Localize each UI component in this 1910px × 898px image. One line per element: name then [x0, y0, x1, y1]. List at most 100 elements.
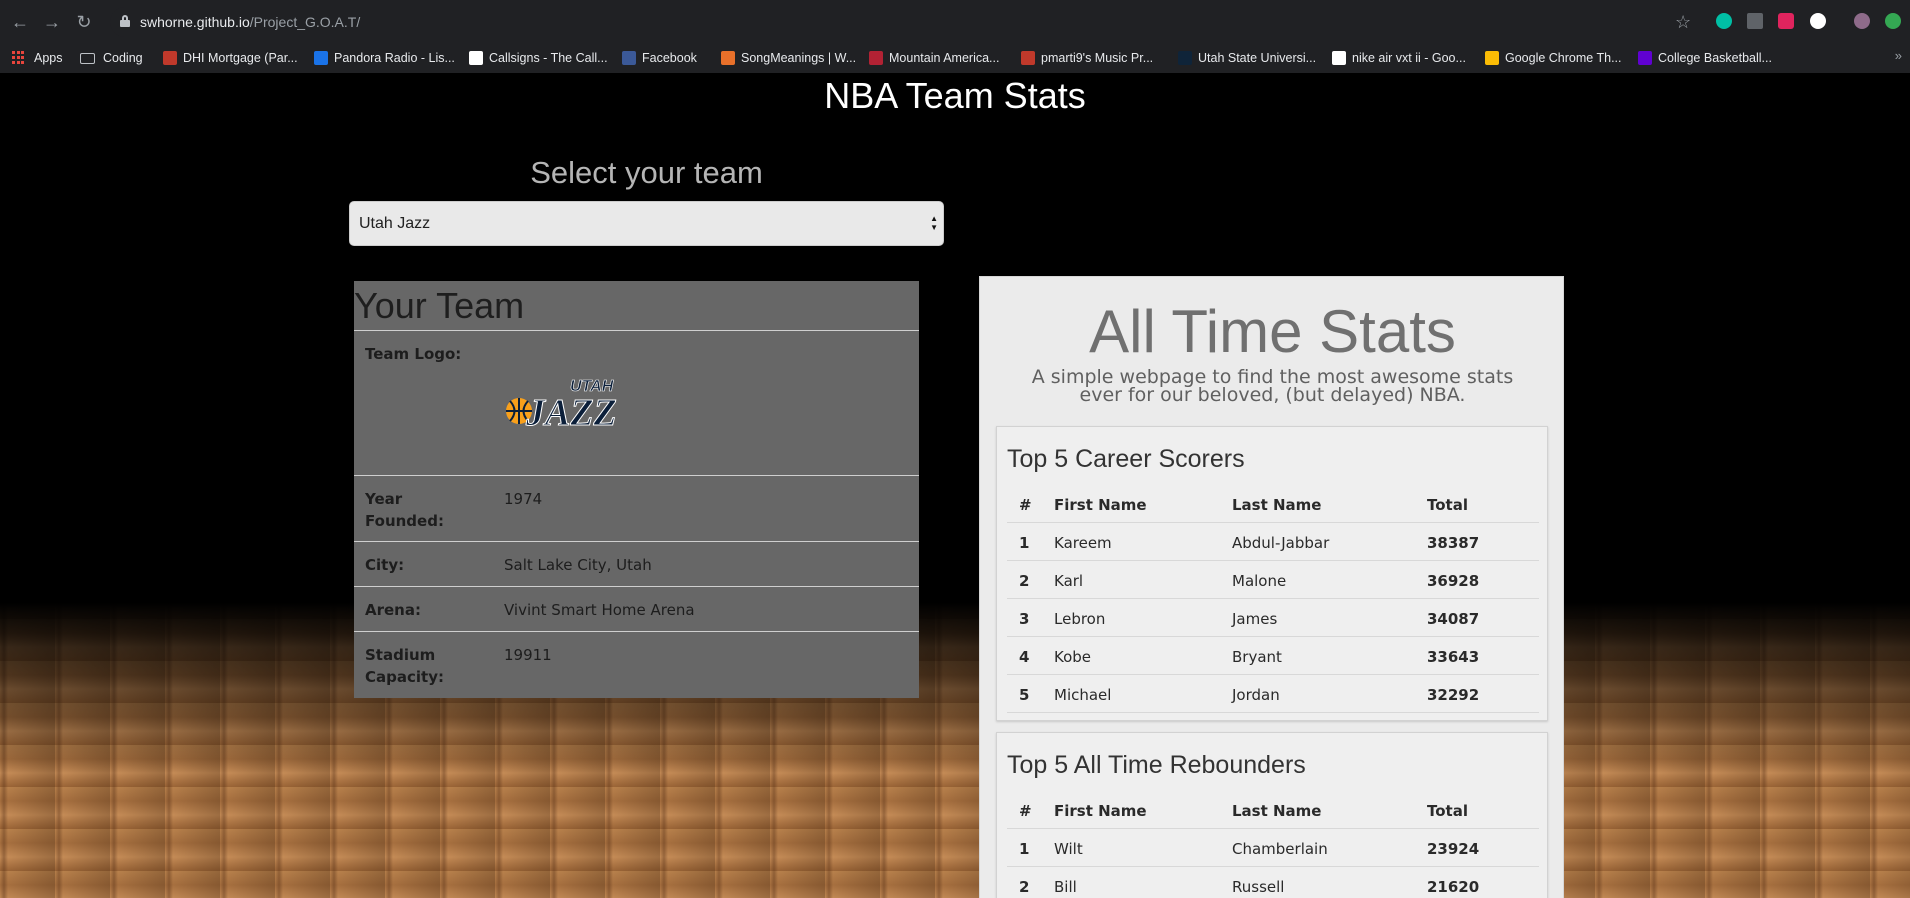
usu-favicon [1178, 51, 1192, 65]
year-founded-value: 1974 [504, 490, 543, 508]
arena-row: Arena: Vivint Smart Home Arena [354, 586, 919, 631]
table-row: 2 Bill Russell 21620 [1007, 867, 1539, 898]
bookmark-item[interactable]: DHI Mortgage (Par... [163, 48, 298, 68]
page-background: NBA Team Stats Select your team Utah Jaz… [0, 73, 1910, 898]
table-header-cell: First Name [1054, 496, 1147, 514]
stadium-capacity-label: Stadium Capacity: [365, 646, 444, 686]
bookmark-label: Utah State Universi... [1198, 51, 1317, 65]
stadium-capacity-row: Stadium Capacity: 19911 [354, 631, 919, 698]
table-header-cell: # [1019, 496, 1032, 514]
page-title: NBA Team Stats [824, 75, 1086, 116]
arena-label: Arena: [365, 601, 421, 619]
bookmark-label: Callsigns - The Call... [489, 51, 608, 65]
table-row: 4 Kobe Bryant 33643 [1007, 637, 1539, 675]
table-cell: 2 [1019, 878, 1030, 896]
table-cell: Lebron [1054, 610, 1106, 628]
table-cell: Bill [1054, 878, 1077, 896]
table-cell: Jordan [1232, 686, 1280, 704]
bookmark-item[interactable]: College Basketball... [1638, 48, 1772, 68]
bookmark-item[interactable]: Mountain America... [869, 48, 999, 68]
your-team-card: Your Team Team Logo: JAZZ UTAH Year Foun… [354, 281, 919, 698]
extension-m-icon[interactable] [1716, 13, 1732, 29]
table-cell: 4 [1019, 648, 1030, 666]
table-cell: Russell [1232, 878, 1285, 896]
chrome-favicon [1485, 51, 1499, 65]
your-team-heading: Your Team [354, 285, 525, 326]
table-cell: 3 [1019, 610, 1030, 628]
bookmark-item[interactable]: Facebook [622, 48, 697, 68]
extension-green-icon[interactable] [1885, 13, 1901, 29]
bookmark-label: Apps [34, 51, 63, 65]
team-logo-row: Team Logo: JAZZ UTAH [354, 330, 919, 475]
folder-icon [80, 52, 95, 64]
table-cell: Bryant [1232, 648, 1282, 666]
bookmark-label: Pandora Radio - Lis... [334, 51, 455, 65]
extension-video-icon[interactable] [1778, 13, 1794, 29]
table-header-row: # First Name Last Name Total [1007, 791, 1539, 829]
team-logo-wordmark: JAZZ [525, 392, 617, 428]
table-cell: Abdul-Jabbar [1232, 534, 1330, 552]
team-logo-label: Team Logo: [365, 345, 462, 363]
os-favicon [1021, 51, 1035, 65]
back-icon[interactable]: ← [8, 10, 32, 34]
table-header-cell: First Name [1054, 802, 1147, 820]
bookmarks-bar: Apps Coding DHI Mortgage (Par... Pandora Ra… [0, 44, 1910, 73]
table-cell: Michael [1054, 686, 1112, 704]
mountain-america-favicon [869, 51, 883, 65]
browser-toolbar: ← → ↻ swhorne.github.io/Project_G.O.A.T/… [0, 0, 1910, 44]
songmeanings-favicon [721, 51, 735, 65]
forward-icon[interactable]: → [40, 10, 64, 34]
lock-icon [120, 15, 130, 27]
table-header-row: # First Name Last Name Total [1007, 485, 1539, 523]
url-text: swhorne.github.io/Project_G.O.A.T/ [140, 14, 360, 30]
select-team-label: Select your team [530, 155, 763, 190]
bookmark-label: DHI Mortgage (Par... [183, 51, 298, 65]
table-row: 1 Wilt Chamberlain 23924 [1007, 829, 1539, 867]
extension-question-icon[interactable] [1747, 13, 1763, 29]
bookmark-label: SongMeanings | W... [741, 51, 857, 65]
team-select-value: Utah Jazz [359, 215, 431, 232]
facebook-favicon [622, 51, 636, 65]
bookmarks-overflow-icon[interactable]: » [1895, 48, 1902, 63]
url-host: swhorne.github.io [140, 14, 250, 30]
bookmark-label: College Basketball... [1658, 51, 1772, 65]
table-cell: Wilt [1054, 840, 1083, 858]
bookmark-label: pmarti9's Music Pr... [1041, 51, 1154, 65]
bookmark-item[interactable]: nike air vxt ii - Goo... [1332, 48, 1466, 68]
bookmark-item[interactable]: SongMeanings | W... [721, 48, 856, 68]
bookmark-label: Mountain America... [889, 51, 1000, 65]
google-favicon [1332, 51, 1346, 65]
all-time-stats-card: All Time Stats A simple webpage to find … [979, 276, 1564, 898]
pandora-favicon [314, 51, 328, 65]
table-row: 3 Lebron James 34087 [1007, 599, 1539, 637]
url-path: /Project_G.O.A.T/ [249, 14, 361, 30]
table-cell: 38387 [1427, 534, 1480, 552]
table-header-cell: Total [1427, 496, 1468, 514]
extension-circle-icon[interactable] [1810, 13, 1826, 29]
table-header-cell: Total [1427, 802, 1468, 820]
bookmark-item[interactable]: Pandora Radio - Lis... [314, 48, 455, 68]
year-founded-row: Year Founded: 1974 [354, 475, 919, 541]
table-cell: 1 [1019, 534, 1030, 552]
team-logo-small-text: UTAH [570, 378, 614, 395]
reload-icon[interactable]: ↻ [72, 10, 96, 34]
bookmark-item[interactable]: pmarti9's Music Pr... [1021, 48, 1153, 68]
bookmark-item[interactable]: Utah State Universi... [1178, 48, 1316, 68]
yahoo-favicon [1638, 51, 1652, 65]
bookmark-star-icon[interactable]: ☆ [1675, 10, 1691, 34]
table-row: 2 Karl Malone 36928 [1007, 561, 1539, 599]
team-select[interactable]: Utah Jazz ▲ ▼ [349, 201, 944, 246]
address-bar[interactable]: swhorne.github.io/Project_G.O.A.T/ [110, 7, 1690, 37]
bookmark-item[interactable]: Callsigns - The Call... [469, 48, 608, 68]
bookmark-item[interactable]: Apps [12, 48, 63, 68]
year-founded-label: Year Founded: [365, 490, 444, 530]
table-cell: Chamberlain [1232, 840, 1328, 858]
table-header-cell: Last Name [1232, 496, 1322, 514]
top-rebounders-panel: Top 5 All Time Rebounders # First Name Las… [996, 732, 1548, 898]
top-scorers-panel: Top 5 Career Scorers # First Name Last Nam… [996, 426, 1548, 721]
bookmark-item[interactable]: Coding [80, 48, 143, 68]
profile-avatar[interactable] [1854, 13, 1870, 29]
top-rebounders-title: Top 5 All Time Rebounders [1007, 751, 1306, 779]
table-cell: 23924 [1427, 840, 1480, 858]
bookmark-item[interactable]: Google Chrome Th... [1485, 48, 1622, 68]
